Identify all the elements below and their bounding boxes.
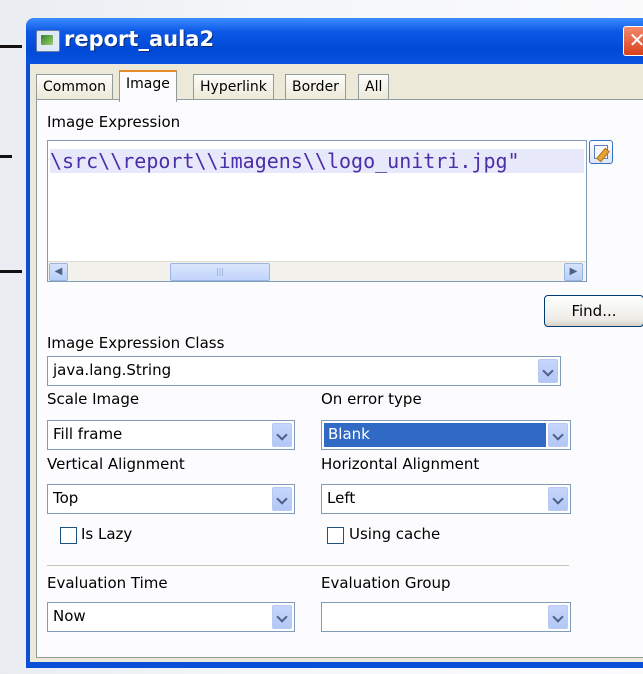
vertical-alignment-value: Top xyxy=(53,489,79,507)
scale-image-label: Scale Image xyxy=(47,390,140,408)
expression-editor-icon[interactable] xyxy=(589,140,613,164)
title-bar[interactable]: report_aula2 ✕ xyxy=(26,18,643,64)
chevron-down-icon[interactable] xyxy=(272,605,292,629)
chevron-down-icon[interactable] xyxy=(538,359,558,383)
using-cache-label: Using cache xyxy=(349,525,441,543)
evaluation-group-label: Evaluation Group xyxy=(321,574,451,592)
dialog-client-area: Common Image Hyperlink Border All Image … xyxy=(30,64,643,662)
chevron-down-icon[interactable] xyxy=(548,423,568,447)
tab-all[interactable]: All xyxy=(358,74,390,99)
evaluation-time-label: Evaluation Time xyxy=(47,574,168,592)
chevron-down-icon[interactable] xyxy=(548,487,568,511)
evaluation-time-value: Now xyxy=(53,607,86,625)
evaluation-group-select[interactable] xyxy=(321,602,571,632)
section-divider xyxy=(47,565,569,567)
background-mark xyxy=(0,270,22,273)
dialog-window: report_aula2 ✕ Common Image Hyperlink Bo… xyxy=(26,18,643,668)
on-error-type-select[interactable]: Blank xyxy=(321,420,571,450)
using-cache-checkbox[interactable] xyxy=(327,527,344,544)
chevron-down-icon[interactable] xyxy=(548,605,568,629)
horizontal-alignment-label: Horizontal Alignment xyxy=(321,455,480,473)
image-expression-class-select[interactable]: java.lang.String xyxy=(47,356,561,386)
vertical-alignment-select[interactable]: Top xyxy=(47,484,295,514)
is-lazy-checkbox[interactable] xyxy=(60,527,77,544)
report-icon xyxy=(36,30,60,52)
on-error-type-label: On error type xyxy=(321,390,422,408)
is-lazy-label: Is Lazy xyxy=(81,525,133,543)
close-icon: ✕ xyxy=(628,28,643,52)
image-expression-text[interactable]: \src\\report\\imagens\\logo_unitri.jpg" xyxy=(50,149,584,173)
chevron-down-icon[interactable] xyxy=(272,423,292,447)
background-mark xyxy=(0,45,22,48)
image-expression-editor[interactable]: \src\\report\\imagens\\logo_unitri.jpg" … xyxy=(47,140,587,282)
image-tab-panel: Image Expression \src\\report\\imagens\\… xyxy=(36,99,643,658)
scale-image-value: Fill frame xyxy=(53,425,123,443)
tab-hyperlink[interactable]: Hyperlink xyxy=(193,74,274,99)
scrollbar-thumb[interactable]: ||| xyxy=(170,263,270,281)
evaluation-time-select[interactable]: Now xyxy=(47,602,295,632)
horizontal-scrollbar[interactable]: ◀ ||| ▶ xyxy=(48,261,586,281)
on-error-type-value: Blank xyxy=(324,423,546,447)
close-button[interactable]: ✕ xyxy=(623,26,643,56)
image-expression-label: Image Expression xyxy=(47,113,181,131)
chevron-down-icon[interactable] xyxy=(272,487,292,511)
tab-common[interactable]: Common xyxy=(36,74,114,99)
horizontal-alignment-select[interactable]: Left xyxy=(321,484,571,514)
window-title: report_aula2 xyxy=(64,27,215,51)
background-mark xyxy=(0,155,12,158)
horizontal-alignment-value: Left xyxy=(327,489,356,507)
image-expression-class-value: java.lang.String xyxy=(53,361,172,379)
image-expression-class-label: Image Expression Class xyxy=(47,334,225,352)
tab-image[interactable]: Image xyxy=(119,70,177,102)
tab-border[interactable]: Border xyxy=(285,74,346,99)
scroll-right-icon[interactable]: ▶ xyxy=(564,263,583,281)
scroll-left-icon[interactable]: ◀ xyxy=(49,263,68,281)
find-button[interactable]: Find... xyxy=(544,295,643,327)
vertical-alignment-label: Vertical Alignment xyxy=(47,455,185,473)
scale-image-select[interactable]: Fill frame xyxy=(47,420,295,450)
